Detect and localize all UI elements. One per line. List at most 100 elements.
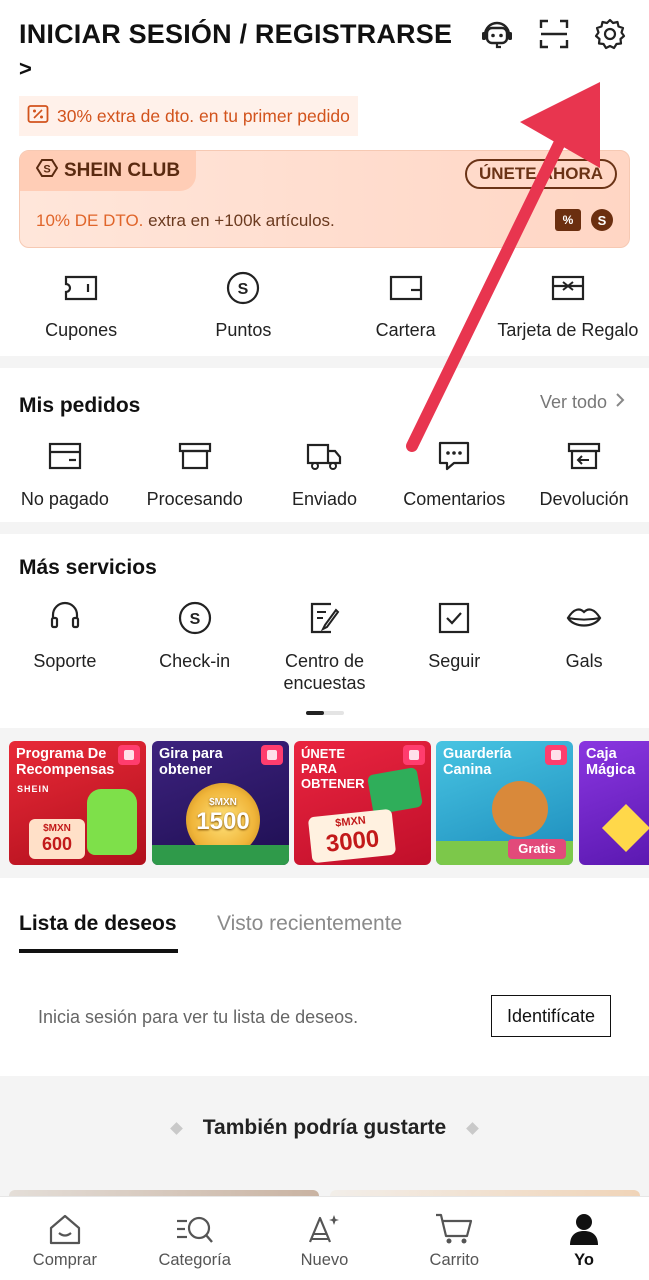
service-label: Check-in — [159, 651, 231, 671]
orders-grid: No pagado Procesando Enviado Comentarios… — [0, 436, 649, 510]
banner-product-image — [87, 789, 137, 855]
unpaid-icon — [48, 436, 82, 476]
banner-title: Programa De Recompensas — [16, 746, 115, 778]
wallet-label: Tarjeta de Regalo — [497, 320, 639, 340]
diamond-icon — [466, 1121, 480, 1135]
category-icon — [175, 1211, 215, 1247]
tab-wishlist[interactable]: Lista de deseos — [19, 912, 177, 936]
customer-service-icon[interactable] — [477, 14, 517, 54]
banner-dog-care[interactable]: Guardería Canina Gratis — [436, 741, 573, 865]
nav-shop[interactable]: Comprar — [0, 1197, 130, 1280]
services-title: Más servicios — [19, 556, 157, 579]
banner-gift-icon — [261, 745, 283, 765]
club-benefit-text: 10% DE DTO. extra en +100k artículos. — [36, 211, 335, 231]
wallet-item-points[interactable]: S Puntos — [162, 266, 324, 356]
first-order-promo[interactable]: 30% extra de dto. en tu primer pedido — [19, 96, 358, 136]
login-arrow[interactable]: > — [19, 56, 32, 82]
nav-label: Carrito — [429, 1251, 480, 1269]
header: INICIAR SESIÓN / REGISTRARSE > 30% extra… — [0, 0, 649, 150]
banner-join[interactable]: ÚNETE PARA OBTENER $MXN 3000 — [294, 741, 431, 865]
service-survey[interactable]: Centro de encuestas — [260, 598, 390, 694]
wallet-row: Cupones S Puntos Cartera Tarjeta de Rega… — [0, 266, 649, 356]
banner-gift-image — [366, 766, 424, 816]
login-register-link[interactable]: INICIAR SESIÓN / REGISTRARSE — [19, 19, 452, 50]
nav-label: Categoría — [158, 1251, 231, 1269]
banner-amount: $MXN 3000 — [307, 808, 397, 864]
banner-rewards[interactable]: Programa De Recompensas SHEIN $MXN 600 — [9, 741, 146, 865]
me-icon — [567, 1211, 601, 1247]
service-support[interactable]: Soporte — [0, 598, 130, 694]
banner-gift-icon — [118, 745, 140, 765]
order-status-comments[interactable]: Comentarios — [389, 436, 519, 510]
section-divider — [0, 522, 649, 534]
svg-text:S: S — [189, 611, 200, 628]
scan-icon[interactable] — [534, 14, 574, 54]
wallet-item-gift-card[interactable]: Tarjeta de Regalo — [487, 266, 649, 356]
service-label: Seguir — [428, 651, 481, 671]
order-status-return[interactable]: Devolución — [519, 436, 649, 510]
order-status-unpaid[interactable]: No pagado — [0, 436, 130, 510]
club-benefit-highlight: 10% DE DTO. — [36, 211, 144, 230]
wallet-icon — [389, 266, 423, 310]
see-all-orders-link[interactable]: Ver todo — [540, 392, 625, 413]
nav-label: Nuevo — [300, 1251, 349, 1269]
wallet-item-wallet[interactable]: Cartera — [325, 266, 487, 356]
follow-icon — [438, 598, 470, 638]
service-gals[interactable]: Gals — [519, 598, 649, 694]
recommendations-title: También podría gustarte — [0, 1116, 649, 1140]
promo-text: 30% extra de dto. en tu primer pedido — [57, 105, 350, 126]
club-badges: % S — [555, 209, 613, 231]
comments-icon — [437, 436, 471, 476]
wishlist-login-message: Inicia sesión para ver tu lista de deseo… — [38, 1007, 359, 1027]
chevron-right-icon — [615, 392, 625, 413]
wallet-label: Cartera — [375, 320, 436, 340]
services-grid: Soporte S Check-in Centro de encuestas S… — [0, 598, 649, 694]
headset-icon — [49, 598, 81, 638]
gift-card-icon — [551, 266, 585, 310]
nav-cart[interactable]: Carrito — [389, 1197, 519, 1280]
active-tab-underline — [19, 949, 178, 953]
svg-text:S: S — [238, 281, 249, 298]
banner-gift-icon — [545, 745, 567, 765]
nav-category[interactable]: Categoría — [130, 1197, 260, 1280]
service-checkin[interactable]: S Check-in — [130, 598, 260, 694]
section-divider — [0, 356, 649, 368]
nav-label: Yo — [574, 1251, 595, 1269]
new-icon — [306, 1211, 342, 1247]
banner-amount: $MXN 600 — [29, 819, 85, 859]
order-status-shipped[interactable]: Enviado — [260, 436, 390, 510]
banner-gift-icon — [403, 745, 425, 765]
wallet-item-coupons[interactable]: Cupones — [0, 266, 162, 356]
points-icon: S — [226, 266, 260, 310]
order-status-label: Devolución — [539, 489, 629, 509]
nav-new[interactable]: Nuevo — [260, 1197, 390, 1280]
service-label: Gals — [565, 651, 603, 671]
club-logo-icon: S — [35, 158, 59, 184]
nav-me[interactable]: Yo — [519, 1197, 649, 1280]
banner-magic-box[interactable]: Caja Mágica — [579, 741, 649, 865]
banner-gem-image — [601, 803, 649, 853]
settings-gear-icon[interactable] — [590, 14, 630, 54]
cart-icon — [434, 1211, 474, 1247]
service-label: Centro de encuestas — [283, 650, 365, 694]
bottom-nav: Comprar Categoría Nuevo Carrito Yo — [0, 1196, 649, 1280]
service-follow[interactable]: Seguir — [389, 598, 519, 694]
banner-amount: Gratis — [508, 839, 566, 859]
banner-title: ÚNETE PARA OBTENER — [301, 746, 365, 791]
order-status-label: Comentarios — [403, 489, 506, 509]
tab-recently-viewed[interactable]: Visto recientemente — [217, 912, 402, 936]
join-club-button[interactable]: ÚNETE AHORA — [464, 159, 617, 189]
wallet-label: Cupones — [45, 320, 118, 340]
wishlist-tabs: Lista de deseos Visto recientemente — [0, 890, 649, 954]
banner-spin[interactable]: Gira para obtener $MXN 1500 — [152, 741, 289, 865]
club-name: SHEIN CLUB — [64, 160, 181, 181]
discount-ticket-icon — [27, 104, 49, 129]
svg-text:S: S — [43, 164, 50, 176]
order-status-label: Procesando — [146, 489, 243, 509]
orders-title: Mis pedidos — [19, 394, 141, 417]
shop-icon — [48, 1211, 82, 1247]
recommendations-section: También podría gustarte — [0, 1076, 649, 1200]
shein-club-card[interactable]: S SHEIN CLUB ÚNETE AHORA 10% DE DTO. ext… — [19, 150, 630, 248]
sign-in-button[interactable]: Identifícate — [491, 995, 611, 1037]
order-status-processing[interactable]: Procesando — [130, 436, 260, 510]
